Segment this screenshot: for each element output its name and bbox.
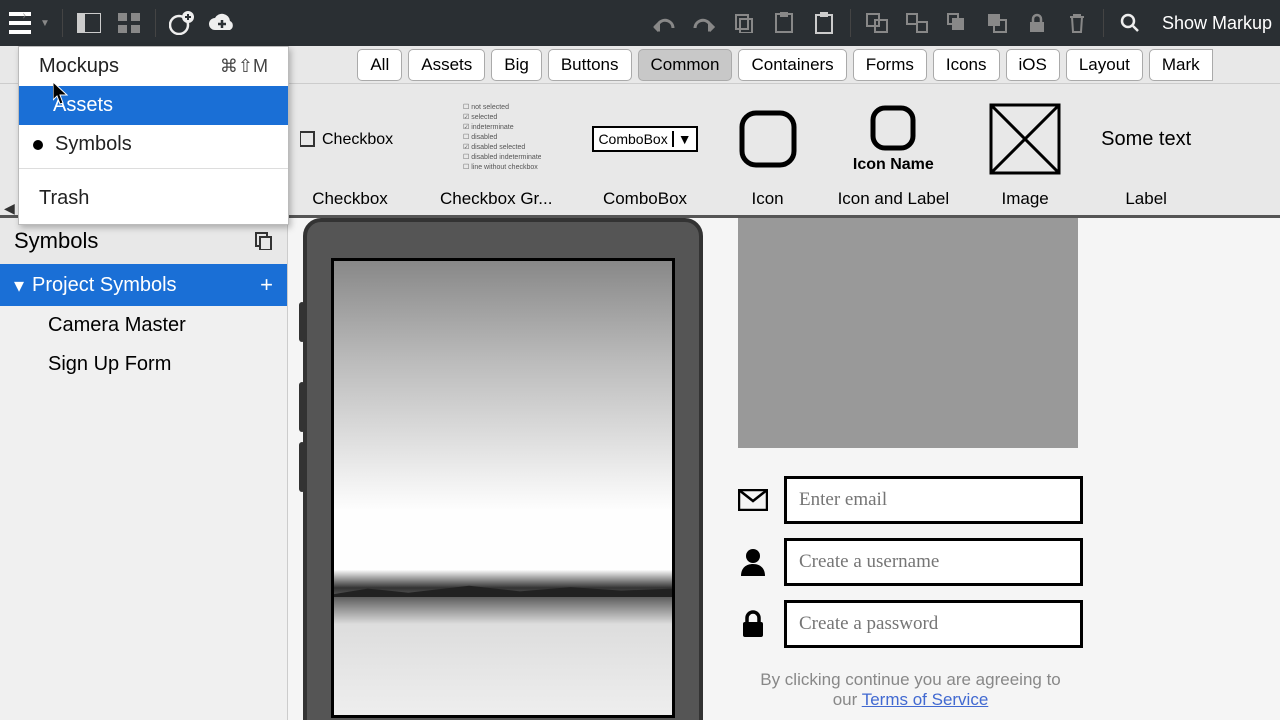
lib-tab-all[interactable]: All [357,49,402,81]
lib-tab-buttons[interactable]: Buttons [548,49,632,81]
panel-group-project-symbols[interactable]: ▾ Project Symbols + [0,264,287,306]
symbol-item-sign-up-form[interactable]: Sign Up Form [0,345,287,384]
component-label: Icon and Label [838,189,950,209]
ungroup-icon[interactable] [903,9,931,37]
lib-tab-markup[interactable]: Mark [1149,49,1213,81]
component-label: Label [1125,189,1167,209]
svg-text:Checkbox: Checkbox [322,131,393,148]
search-icon[interactable] [1116,9,1144,37]
component-label: ComboBox [603,189,687,209]
copy-icon[interactable] [730,9,758,37]
panel-group-label: Project Symbols [32,274,177,297]
symbol-item-camera-master[interactable]: Camera Master [0,306,287,345]
show-markup-label[interactable]: Show Markup [1162,13,1272,34]
plus-icon[interactable]: + [260,272,273,298]
lock-icon [738,610,768,638]
lib-tab-icons[interactable]: Icons [933,49,1000,81]
phone-screen [331,258,675,718]
dropdown-label: Assets [53,94,113,117]
username-field[interactable] [784,538,1083,586]
svg-text:☐ line without checkbox: ☐ line without checkbox [463,163,538,171]
hamburger-menu-icon[interactable] [8,9,36,37]
redo-icon[interactable] [690,9,718,37]
terms-link[interactable]: Terms of Service [862,690,989,709]
password-field[interactable] [784,600,1083,648]
component-checkbox[interactable]: Checkbox Checkbox [300,95,400,209]
new-mockup-icon[interactable] [168,9,196,37]
component-label: Checkbox [312,189,388,209]
undo-icon[interactable] [650,9,678,37]
dropdown-label: Symbols [55,133,132,156]
user-icon [738,548,768,576]
bring-front-icon[interactable] [943,9,971,37]
lock-icon[interactable] [1023,9,1051,37]
lib-tab-ios[interactable]: iOS [1006,49,1060,81]
trash-icon[interactable] [1063,9,1091,37]
clipboard-icon[interactable] [810,9,838,37]
component-label: Image [1001,189,1048,209]
symbols-panel: Symbols ▾ Project Symbols + Camera Maste… [0,218,288,720]
dropdown-label: Mockups [39,55,119,78]
dropdown-shortcut: ⌘⇧M [220,56,268,77]
component-label[interactable]: Some text Label [1101,95,1191,209]
lib-tab-layout[interactable]: Layout [1066,49,1143,81]
send-back-icon[interactable] [983,9,1011,37]
component-icon-and-label[interactable]: Icon Name Icon and Label [838,95,950,209]
email-field[interactable] [784,476,1083,524]
component-checkbox-group[interactable]: ☐ not selected ☑ selected ☑ indeterminate ☐… [440,95,552,209]
nav-dropdown: Mockups ⌘⇧M Assets Symbols Trash [18,46,289,225]
panel-title: Symbols [14,228,98,254]
component-icon[interactable]: Icon [738,95,798,209]
scroll-left-icon[interactable]: ◀ [4,200,15,217]
group-icon[interactable] [863,9,891,37]
chevron-down-icon: ▾ [14,273,24,298]
svg-text:☑ selected: ☑ selected [463,113,497,121]
lib-tab-containers[interactable]: Containers [738,49,846,81]
svg-text:☑ indeterminate: ☑ indeterminate [463,123,514,131]
component-combobox[interactable]: ComboBox▼ ComboBox [592,95,697,209]
component-label: Checkbox Gr... [440,189,552,209]
envelope-icon [738,489,768,511]
dropdown-label: Trash [39,187,89,210]
dropdown-item-assets[interactable]: Assets [19,86,288,125]
panel-layout-icon[interactable] [75,9,103,37]
terms-text: By clicking continue you are agreeing to… [738,670,1083,710]
svg-text:☐ disabled indeterminate: ☐ disabled indeterminate [463,153,541,161]
cloud-add-icon[interactable] [208,9,236,37]
lib-tab-forms[interactable]: Forms [853,49,927,81]
bullet-icon [33,140,43,150]
phone-mockup[interactable] [303,218,703,720]
svg-text:☐ not selected: ☐ not selected [463,103,509,111]
lib-tab-common[interactable]: Common [638,49,733,81]
duplicate-icon[interactable] [255,232,273,250]
lib-tab-assets[interactable]: Assets [408,49,485,81]
grid-view-icon[interactable] [115,9,143,37]
top-toolbar: ▼ Show Markup [0,0,1280,46]
main-area: Symbols ▾ Project Symbols + Camera Maste… [0,218,1280,720]
canvas[interactable]: By clicking continue you are agreeing to… [288,218,1280,720]
dropdown-item-mockups[interactable]: Mockups ⌘⇧M [19,47,288,86]
placeholder-image[interactable] [738,218,1078,448]
signup-form: By clicking continue you are agreeing to… [738,218,1083,720]
svg-text:☑ disabled selected: ☑ disabled selected [463,143,525,151]
dropdown-item-symbols[interactable]: Symbols [19,125,288,164]
component-image[interactable]: Image [989,95,1061,209]
paste-icon[interactable] [770,9,798,37]
svg-text:☐ disabled: ☐ disabled [463,133,497,141]
component-label: Icon [751,189,783,209]
dropdown-item-trash[interactable]: Trash [19,173,288,224]
lib-tab-big[interactable]: Big [491,49,542,81]
